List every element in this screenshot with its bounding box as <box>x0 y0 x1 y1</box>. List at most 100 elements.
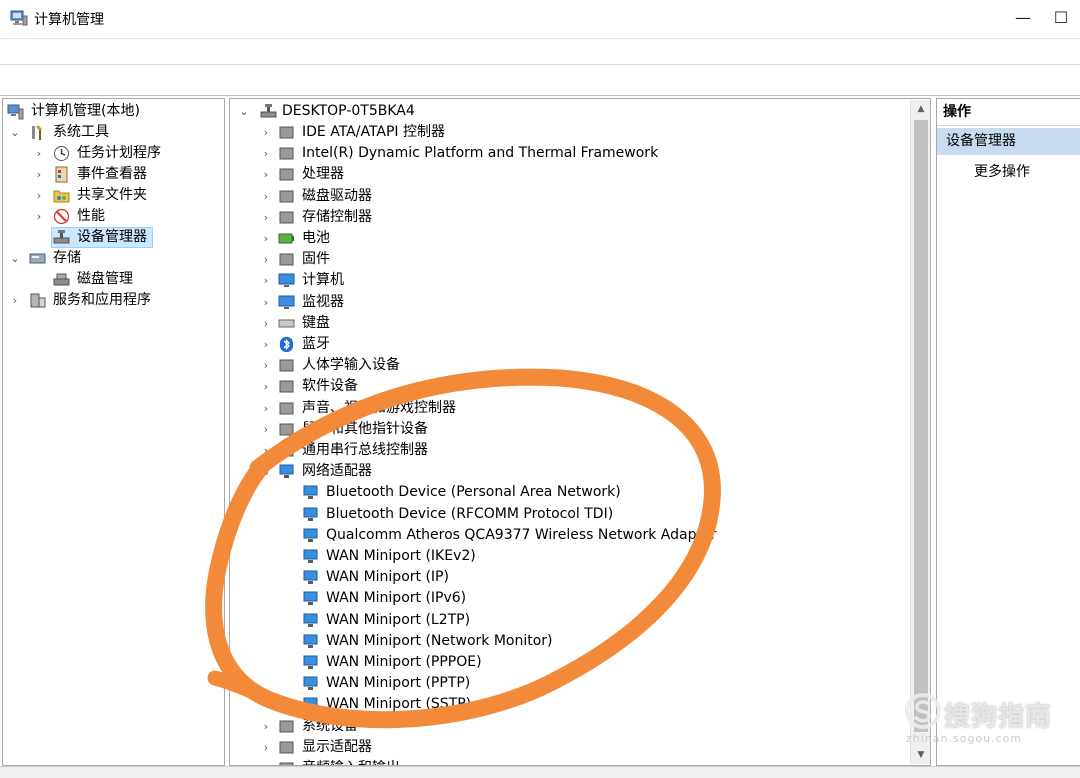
expand-arrow[interactable]: › <box>260 313 272 334</box>
expand-arrow[interactable]: › <box>260 419 272 440</box>
network-adapter-label: WAN Miniport (IPv6) <box>326 590 467 607</box>
expand-arrow[interactable]: › <box>260 440 272 461</box>
device-category-label: 音频输入和输出 <box>302 758 400 765</box>
tree-item-system-tools[interactable]: ⌄ 系统工具 <box>7 122 207 143</box>
network-adapter-icon <box>303 676 318 691</box>
more-actions-link[interactable]: 更多操作 <box>974 161 1030 181</box>
battery-icon <box>278 233 294 244</box>
expand-arrow[interactable]: › <box>260 376 272 397</box>
device-icon <box>279 741 294 754</box>
minimize-button[interactable]: — <box>1008 4 1038 32</box>
expand-arrow[interactable]: › <box>260 334 272 355</box>
bluetooth-icon <box>280 337 293 352</box>
device-category-label: 存储控制器 <box>302 208 372 225</box>
expand-arrow[interactable]: ⌄ <box>9 248 21 269</box>
actions-pane: 操作 设备管理器 更多操作 <box>936 98 1080 766</box>
menu-bar <box>0 38 1080 64</box>
tree-item-label: 系统工具 <box>53 124 109 140</box>
expand-arrow[interactable]: › <box>260 164 272 185</box>
expand-arrow[interactable]: › <box>260 716 272 737</box>
network-adapter-icon <box>303 697 318 712</box>
network-adapter-label: Qualcomm Atheros QCA9377 Wireless Networ… <box>326 526 717 543</box>
title-bar: 计算机管理 — ☐ <box>0 0 1080 38</box>
action-device-manager[interactable]: 设备管理器 <box>937 128 1080 155</box>
tree-item-label: 任务计划程序 <box>77 145 161 161</box>
device-tree-pane: ⌄ DESKTOP-0T5BKA4 › IDE ATA/ATAPI 控制器 › Int… <box>229 98 931 766</box>
disk-management-icon <box>53 273 70 286</box>
device-icon <box>279 720 294 733</box>
expand-arrow[interactable]: › <box>260 143 272 164</box>
tree-item-storage[interactable]: ⌄ 存储 <box>7 248 207 269</box>
tree-item-task-scheduler[interactable]: › 任务计划程序 <box>7 143 207 164</box>
device-category-label: 处理器 <box>302 166 344 183</box>
scrollbar-thumb[interactable] <box>914 120 928 732</box>
expand-arrow[interactable]: › <box>260 292 272 313</box>
clock-icon <box>54 146 69 161</box>
expand-arrow[interactable]: › <box>9 290 21 311</box>
network-adapter-label: WAN Miniport (IKEv2) <box>326 548 476 564</box>
network-adapter-label: Bluetooth Device (RFCOMM Protocol TDI) <box>326 505 614 522</box>
tree-item-disk-management[interactable]: 磁盘管理 <box>7 269 207 290</box>
expand-arrow[interactable]: › <box>260 207 272 228</box>
expand-arrow[interactable]: › <box>260 355 272 376</box>
tree-item-services-apps[interactable]: › 服务和应用程序 <box>7 290 217 311</box>
expand-arrow[interactable]: › <box>260 270 272 291</box>
scroll-up-arrow[interactable]: ▲ <box>911 100 931 118</box>
maximize-button[interactable]: ☐ <box>1046 4 1076 32</box>
tree-item-device-manager[interactable]: 设备管理器 <box>7 227 207 248</box>
network-adapter-icon <box>279 464 294 479</box>
network-adapter-icon <box>303 528 318 542</box>
performance-icon <box>53 208 70 225</box>
expand-arrow[interactable]: › <box>260 228 272 249</box>
network-adapter-icon <box>303 655 318 669</box>
device-category-label: 蓝牙 <box>302 336 330 352</box>
expand-arrow[interactable]: › <box>260 758 272 765</box>
device-category-label: 鼠标和其他指针设备 <box>302 420 428 437</box>
keyboard-icon <box>278 319 295 328</box>
monitor-icon <box>278 295 295 309</box>
vertical-scrollbar[interactable]: ▲ ▼ <box>910 100 930 764</box>
services-icon <box>30 293 46 308</box>
expand-arrow[interactable]: › <box>33 164 45 185</box>
expand-arrow[interactable]: ⌄ <box>9 122 21 143</box>
expand-arrow[interactable]: › <box>33 185 45 206</box>
tree-item-label: 存储 <box>53 250 81 266</box>
tree-item-label: 性能 <box>77 208 105 224</box>
expand-arrow[interactable]: › <box>260 186 272 207</box>
tree-item-shared-folders[interactable]: › 共享文件夹 <box>7 185 207 206</box>
hid-icon <box>279 359 294 372</box>
storage-controller-icon <box>279 211 294 224</box>
storage-icon <box>29 253 46 264</box>
network-adapter-icon <box>303 485 318 500</box>
network-adapter-icon <box>303 591 318 606</box>
mouse-icon <box>279 423 294 436</box>
software-device-icon <box>279 380 294 393</box>
expand-arrow[interactable]: › <box>260 737 272 758</box>
expand-arrow[interactable]: › <box>260 122 272 143</box>
device-category-label: 电池 <box>302 230 330 246</box>
device-category-label: Intel(R) Dynamic Platform and Thermal Fr… <box>302 145 659 162</box>
expand-arrow[interactable]: › <box>260 398 272 419</box>
device-category-label: 计算机 <box>302 272 344 289</box>
computer-management-icon <box>10 10 28 26</box>
toolbar <box>0 64 1080 96</box>
collapse-arrow[interactable]: ⌄ <box>238 101 250 122</box>
device-category-label: 显示适配器 <box>302 738 372 755</box>
network-adapter-icon <box>303 613 318 627</box>
expand-arrow[interactable]: › <box>260 249 272 270</box>
computer-icon <box>278 273 295 288</box>
tree-item-label: 磁盘管理 <box>77 271 133 287</box>
actions-header: 操作 <box>937 99 1080 126</box>
collapse-arrow[interactable]: ⌄ <box>260 461 272 482</box>
status-bar <box>0 766 1080 778</box>
tree-item-label: 事件查看器 <box>77 166 147 182</box>
expand-arrow[interactable]: › <box>33 143 45 164</box>
tree-item-performance[interactable]: › 性能 <box>7 206 207 227</box>
device-category-label: 监视器 <box>302 293 344 310</box>
tree-item-event-viewer[interactable]: › 事件查看器 <box>7 164 207 185</box>
network-adapter-icon <box>303 549 318 563</box>
expand-arrow[interactable]: › <box>33 206 45 227</box>
device-category-label: 声音、视频和游戏控制器 <box>302 399 456 416</box>
tree-item-label: 设备管理器 <box>77 229 147 245</box>
device-category-label: 键盘 <box>302 314 330 331</box>
